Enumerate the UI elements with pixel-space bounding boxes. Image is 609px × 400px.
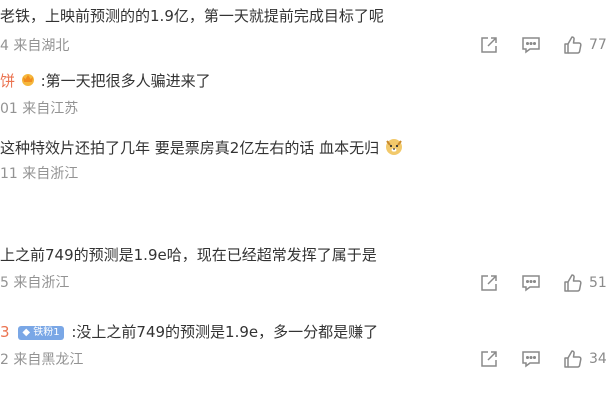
comment-text-row: 饼 :第一天把很多人骗进来了 bbox=[0, 71, 211, 92]
comment-text: 上之前749的预测是1.9e哈，现在已经超常发挥了属于是 bbox=[0, 246, 377, 264]
share-icon bbox=[479, 35, 499, 55]
like-icon bbox=[563, 273, 583, 293]
comment-actions: 77 bbox=[457, 33, 609, 57]
comment-meta: 5 来自浙江 bbox=[0, 275, 70, 291]
comment-button[interactable] bbox=[521, 35, 541, 55]
like-count: 51 bbox=[589, 275, 607, 291]
dog-face-emoji-icon bbox=[384, 136, 404, 161]
comment-button[interactable] bbox=[521, 349, 541, 369]
fan-badge-label: 铁粉1 bbox=[33, 326, 60, 338]
comment-meta: 01 来自江苏 bbox=[0, 101, 79, 117]
share-icon bbox=[479, 349, 499, 369]
comment-icon bbox=[521, 349, 541, 369]
like-icon bbox=[563, 35, 583, 55]
comment-icon bbox=[521, 273, 541, 293]
comment-text: :第一天把很多人骗进来了 bbox=[40, 72, 211, 90]
share-icon bbox=[479, 273, 499, 293]
like-icon bbox=[563, 349, 583, 369]
like-button[interactable]: 51 bbox=[563, 273, 609, 293]
fan-badge: ◆ 铁粉1 bbox=[18, 325, 64, 340]
comment-meta: 11 来自浙江 bbox=[0, 166, 79, 182]
comment-text-row: 3 ◆ 铁粉1 :没上之前749的预测是1.9e，多一分都是赚了 bbox=[0, 322, 378, 342]
diamond-icon: ◆ bbox=[22, 326, 31, 338]
comment-text: :没上之前749的预测是1.9e，多一分都是赚了 bbox=[71, 323, 379, 341]
crown-badge-icon bbox=[20, 71, 36, 92]
comment-meta: 4 来自湖北 bbox=[0, 38, 70, 54]
comment-actions: 51 bbox=[457, 271, 609, 295]
commenter-name[interactable]: 饼 bbox=[0, 72, 15, 90]
like-count: 34 bbox=[589, 351, 607, 367]
comment-text: 这种特效片还拍了几年 要是票房真2亿左右的话 血本无归 bbox=[0, 139, 380, 157]
share-button[interactable] bbox=[479, 35, 499, 55]
like-button[interactable]: 34 bbox=[563, 349, 609, 369]
share-button[interactable] bbox=[479, 349, 499, 369]
comment-meta: 2 来自黑龙江 bbox=[0, 352, 84, 368]
comment-icon bbox=[521, 35, 541, 55]
comment-button[interactable] bbox=[521, 273, 541, 293]
like-count: 77 bbox=[589, 37, 607, 53]
comment-text: 老铁，上映前预测的的1.9亿，第一天就提前完成目标了呢 bbox=[0, 7, 384, 25]
comment-text-row: 这种特效片还拍了几年 要是票房真2亿左右的话 血本无归 bbox=[0, 136, 404, 161]
like-button[interactable]: 77 bbox=[563, 35, 609, 55]
commenter-name[interactable]: 3 bbox=[0, 323, 10, 341]
share-button[interactable] bbox=[479, 273, 499, 293]
comment-actions: 34 bbox=[457, 347, 609, 371]
